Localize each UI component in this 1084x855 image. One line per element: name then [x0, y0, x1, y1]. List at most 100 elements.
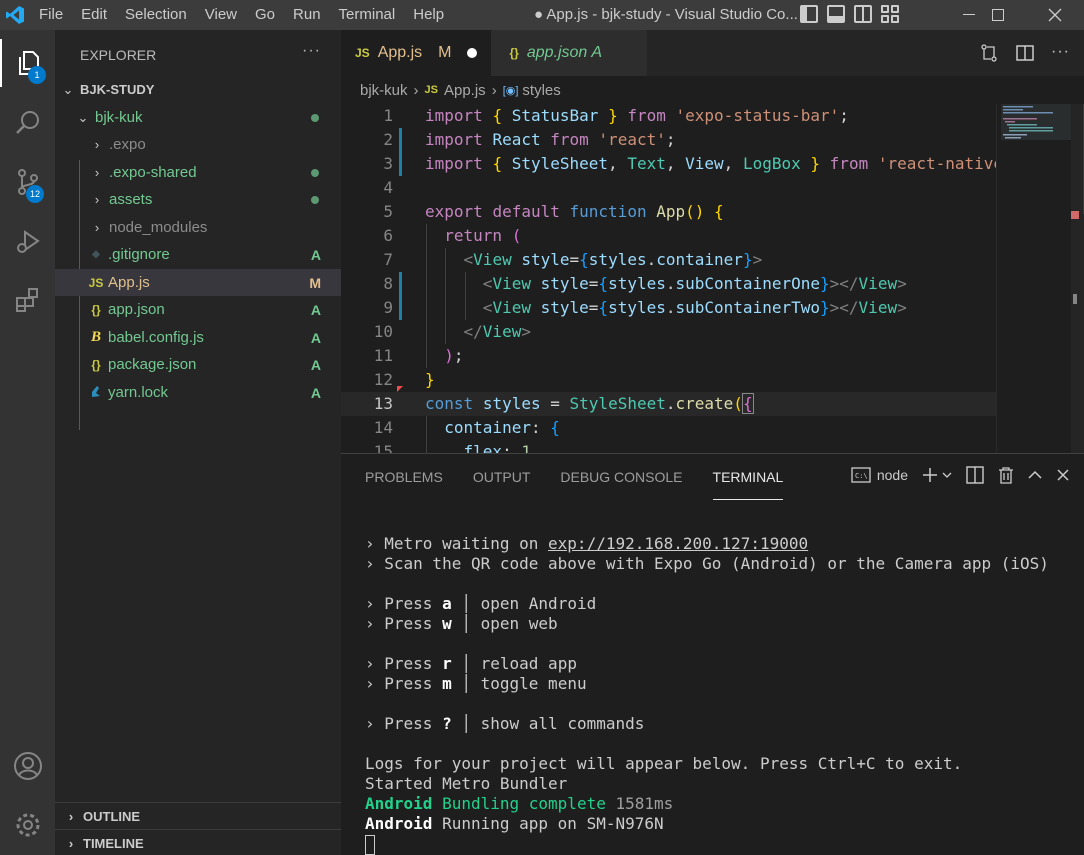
json-file-icon: {}	[509, 46, 519, 60]
extensions-activity-button[interactable]	[0, 276, 55, 324]
extensions-icon	[15, 288, 38, 312]
code-line-current: 13 const styles = StyleSheet.create({	[341, 392, 996, 416]
terminal-output[interactable]: › Metro waiting on exp://192.168.200.127…	[365, 534, 1049, 855]
open-changes-icon[interactable]	[979, 43, 999, 63]
code-line: 7 <View style={styles.container}>	[383, 250, 763, 269]
tab-app-js[interactable]: JS App.js M	[341, 30, 492, 76]
code-line: 9 <View style={styles.subContainerTwo}><…	[383, 298, 907, 317]
metro-url-link[interactable]: exp://192.168.200.127:19000	[548, 534, 808, 553]
customize-layout-icon[interactable]	[881, 5, 899, 23]
breadcrumb-folder[interactable]: bjk-kuk	[360, 82, 408, 99]
menu-help[interactable]: Help	[404, 0, 453, 30]
tab-terminal[interactable]: TERMINAL	[712, 454, 784, 500]
menu-selection[interactable]: Selection	[116, 0, 196, 30]
split-terminal-icon[interactable]	[966, 466, 984, 484]
tree-item-label: .expo-shared	[109, 164, 197, 181]
gear-icon	[16, 813, 39, 837]
close-panel-icon[interactable]	[1056, 468, 1070, 482]
menu-edit[interactable]: Edit	[72, 0, 116, 30]
git-status-added: A	[310, 384, 321, 401]
tree-item-assets[interactable]: › assets	[55, 186, 341, 213]
menu-file[interactable]: File	[30, 0, 72, 30]
code-line: 15 flex: 1,	[373, 442, 541, 453]
tab-app-json[interactable]: {} app.json A	[491, 30, 648, 76]
explorer-title: EXPLORER	[80, 47, 157, 63]
terminal-line: Logs for your project will appear below.…	[365, 754, 963, 773]
terminal-icon: C:\	[851, 467, 871, 483]
chevron-down-icon: ⌄	[77, 109, 89, 125]
manage-activity-button[interactable]	[0, 801, 55, 849]
accounts-activity-button[interactable]	[0, 742, 55, 790]
javascript-file-icon: JS	[88, 275, 104, 290]
search-activity-button[interactable]	[0, 99, 55, 147]
workspace-root[interactable]: ⌄ BJK-STUDY	[55, 76, 341, 103]
json-file-icon: {}	[91, 357, 101, 372]
activity-bar: 1 12	[0, 30, 55, 855]
run-debug-icon	[16, 230, 40, 253]
toggle-primary-sidebar-icon[interactable]	[800, 5, 818, 23]
title-bar: File Edit Selection View Go Run Terminal…	[0, 0, 1084, 30]
chevron-right-icon: ›	[94, 220, 100, 235]
terminal-cursor	[365, 834, 375, 855]
tree-item-node-modules[interactable]: › node_modules	[55, 214, 341, 241]
tree-item-app-js[interactable]: JS App.js M	[55, 269, 341, 296]
tree-item-package-json[interactable]: {} package.json A	[55, 351, 341, 378]
new-terminal-button[interactable]	[922, 467, 952, 483]
terminal-cursor-line	[365, 834, 1049, 855]
git-status-added: A	[310, 246, 321, 263]
window-title: ● App.js - bjk-study - Visual Studio Co.…	[534, 6, 798, 23]
tab-problems[interactable]: PROBLEMS	[365, 454, 443, 500]
split-editor-icon[interactable]	[1015, 43, 1035, 63]
timeline-section[interactable]: › TIMELINE	[55, 829, 341, 855]
vscode-logo-icon	[0, 0, 30, 30]
terminal-line: › Press a │ open Android	[365, 594, 597, 613]
menu-view[interactable]: View	[196, 0, 246, 30]
tab-git-status: M	[438, 44, 452, 61]
menu-go[interactable]: Go	[246, 0, 284, 30]
tree-item-expo-shared[interactable]: › .expo-shared	[55, 159, 341, 186]
tab-label: app.json	[526, 44, 588, 61]
tab-output[interactable]: OUTPUT	[473, 454, 531, 500]
more-actions-icon[interactable]: ···	[302, 42, 321, 60]
lightbulb-marker-icon[interactable]	[397, 386, 403, 392]
tab-debug-console[interactable]: DEBUG CONSOLE	[560, 454, 682, 500]
terminal-selector[interactable]: C:\ node	[851, 467, 908, 483]
editor-actions: ···	[979, 43, 1070, 63]
svg-text:C:\: C:\	[855, 472, 868, 480]
folder-bjk-kuk[interactable]: ⌄ bjk-kuk	[55, 104, 341, 131]
toggle-secondary-sidebar-icon[interactable]	[854, 5, 872, 23]
babel-file-icon: B	[90, 329, 101, 345]
menu-run[interactable]: Run	[284, 0, 330, 30]
maximize-panel-icon[interactable]	[1028, 470, 1042, 480]
minimap[interactable]	[996, 104, 1084, 453]
outline-section[interactable]: › OUTLINE	[55, 802, 341, 829]
terminal-line: › Press r │ reload app	[365, 654, 577, 673]
explorer-activity-button[interactable]: 1	[0, 39, 55, 87]
tree-item-app-json[interactable]: {} app.json A	[55, 296, 341, 323]
breadcrumb-symbol[interactable]: styles	[522, 82, 560, 99]
tree-item-gitignore[interactable]: ◆ .gitignore A	[55, 241, 341, 268]
tree-item-babel-config[interactable]: B babel.config.js A	[55, 324, 341, 351]
timeline-label: TIMELINE	[83, 835, 144, 851]
toggle-panel-icon[interactable]	[827, 5, 845, 23]
terminal-actions: C:\ node	[851, 466, 1070, 484]
breadcrumb-file[interactable]: App.js	[444, 82, 486, 99]
close-window-button[interactable]	[1032, 0, 1078, 30]
code-editor[interactable]: 1 import { StatusBar } from 'expo-status-…	[341, 104, 996, 453]
run-debug-activity-button[interactable]	[0, 217, 55, 265]
unsaved-dot-icon[interactable]	[467, 48, 478, 58]
menu-bar: File Edit Selection View Go Run Terminal…	[30, 0, 453, 30]
more-actions-icon[interactable]: ···	[1051, 43, 1070, 63]
panel-tabs: PROBLEMS OUTPUT DEBUG CONSOLE TERMINAL C…	[341, 454, 1084, 500]
editor-area: JS App.js M {} app.json A ··· bjk-kuk › …	[341, 30, 1084, 453]
tree-item-expo[interactable]: › .expo	[55, 131, 341, 158]
maximize-button[interactable]	[975, 0, 1021, 30]
trash-icon[interactable]	[998, 466, 1014, 484]
source-control-activity-button[interactable]: 12	[0, 158, 55, 206]
tree-item-yarn-lock[interactable]: yarn.lock A	[55, 379, 341, 406]
folder-changes-dot	[311, 113, 319, 122]
tree-item-label: assets	[109, 191, 153, 208]
javascript-file-icon: JS	[355, 46, 370, 60]
menu-terminal[interactable]: Terminal	[330, 0, 405, 30]
breadcrumb: bjk-kuk › JS App.js › [◉] styles	[341, 76, 1084, 104]
